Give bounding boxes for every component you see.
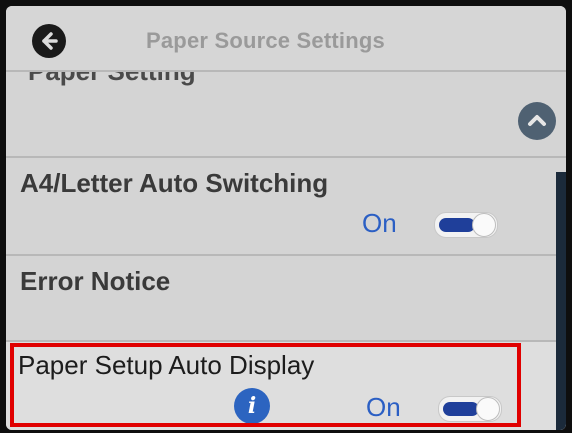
setting-value: On	[362, 208, 397, 238]
header-bar: Paper Source Settings	[6, 6, 566, 72]
list-item-label: Paper Setting	[28, 72, 196, 87]
list-item-error-notice[interactable]: Error Notice	[6, 256, 566, 342]
list-item-label: Paper Setup Auto Display	[18, 350, 315, 380]
info-icon[interactable]: i	[234, 388, 270, 424]
printer-screen: Paper Source Settings Paper Setting A4/L…	[6, 6, 566, 430]
scrollbar[interactable]	[556, 172, 566, 430]
toggle-knob	[472, 213, 496, 237]
toggle-track-fill	[439, 218, 475, 232]
back-arrow-icon	[42, 32, 58, 50]
list-item-label: A4/Letter Auto Switching	[20, 168, 329, 198]
auto-display-toggle[interactable]	[438, 396, 502, 422]
toggle-track-fill	[443, 402, 479, 416]
auto-switching-toggle[interactable]	[434, 212, 498, 238]
list-item-paper-setup-auto-display[interactable]: Paper Setup Auto Display i On	[6, 342, 566, 430]
list-item-a4-letter-auto-switching[interactable]: A4/Letter Auto Switching On	[6, 158, 566, 256]
list-item-paper-setting[interactable]: Paper Setting	[6, 72, 566, 158]
scroll-up-button[interactable]	[518, 102, 556, 140]
toggle-knob	[476, 397, 500, 421]
page-title: Paper Source Settings	[146, 28, 385, 53]
chevron-up-icon	[528, 115, 546, 126]
list-item-label: Error Notice	[20, 266, 171, 296]
setting-value: On	[366, 392, 401, 422]
back-button[interactable]	[32, 24, 66, 58]
